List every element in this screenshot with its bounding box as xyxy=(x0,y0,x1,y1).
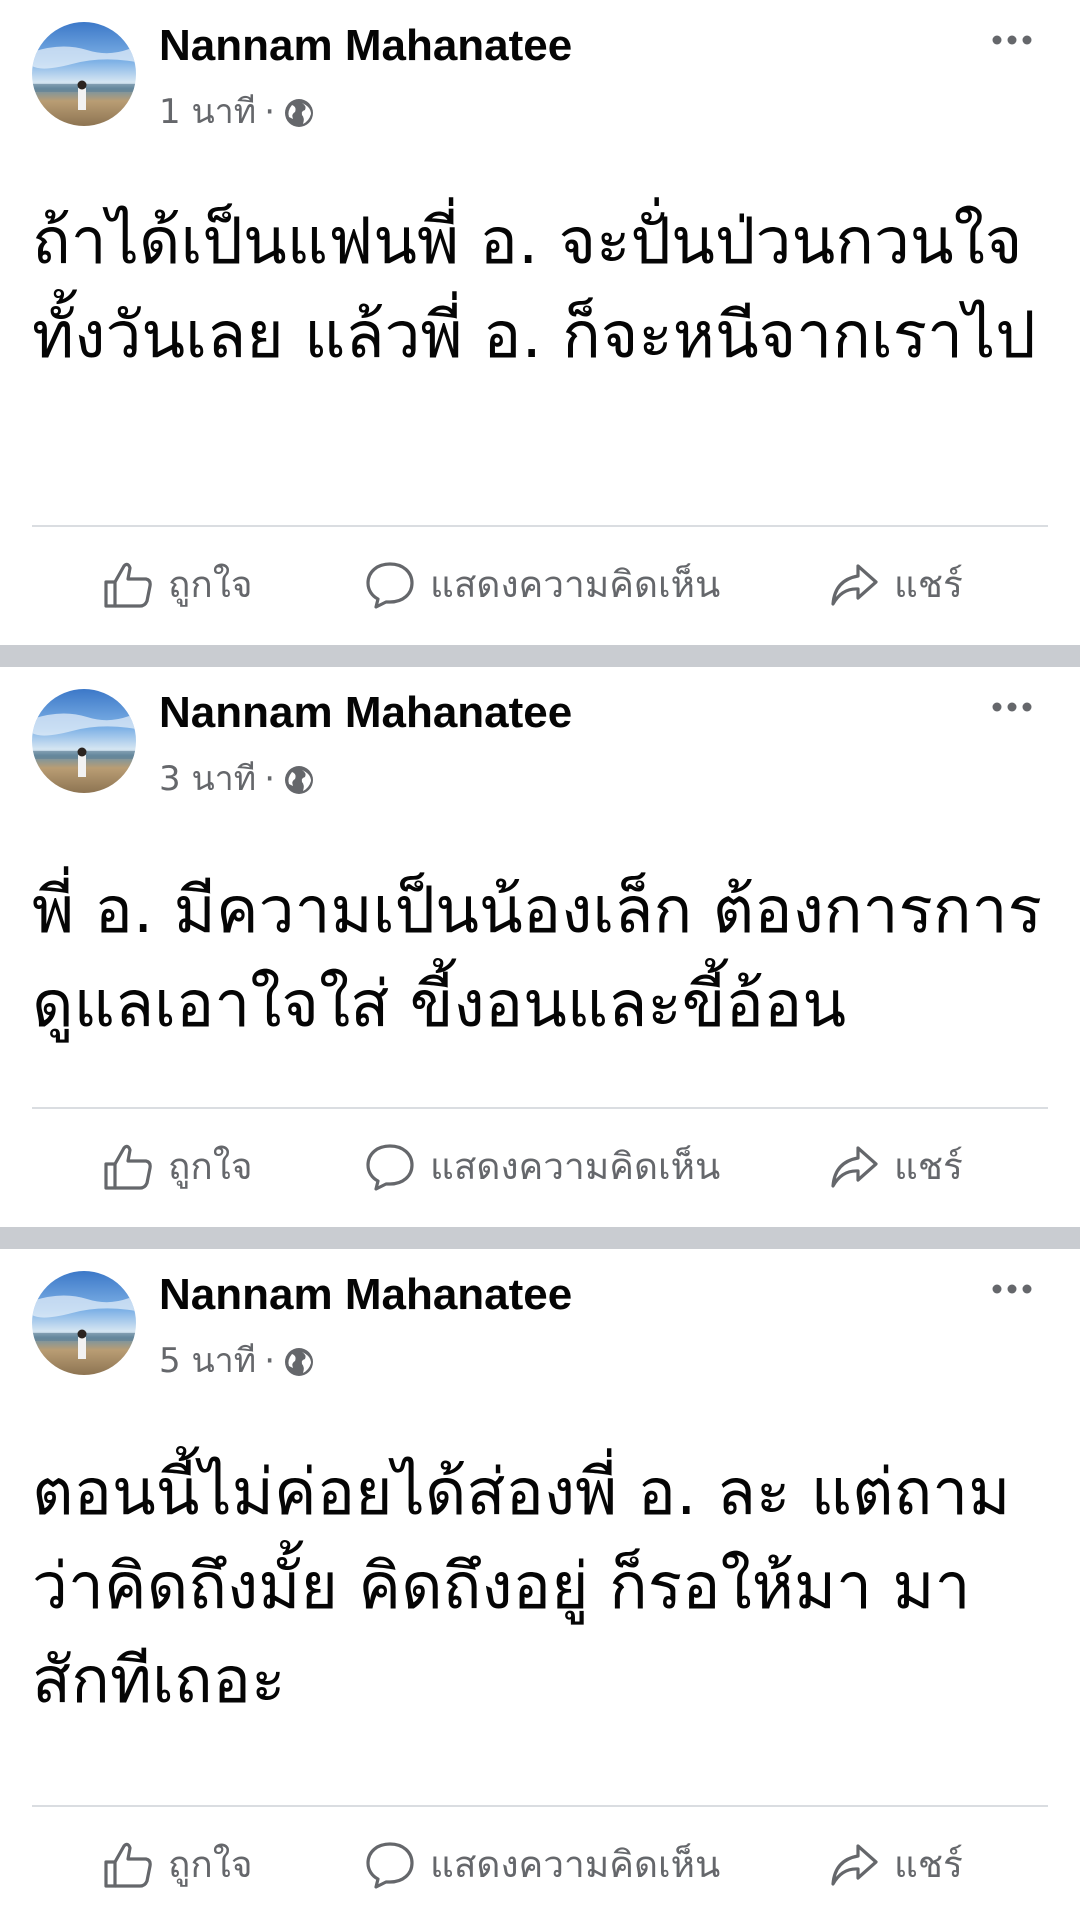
meta-separator: · xyxy=(264,1341,275,1381)
post-time[interactable]: 1 นาที xyxy=(159,90,256,134)
post: Nannam Mahanatee 1 นาที · ถ้าได้เป็นแฟนพ… xyxy=(0,0,1080,645)
share-label: แชร์ xyxy=(894,563,963,606)
comment-label: แสดงความคิดเห็น xyxy=(430,563,721,606)
post-time[interactable]: 5 นาที xyxy=(159,1339,256,1383)
more-icon xyxy=(992,35,1032,45)
avatar[interactable] xyxy=(32,22,136,126)
comment-icon xyxy=(366,1143,414,1191)
post-actions: ถูกใจ แสดงความคิดเห็น แชร์ xyxy=(32,1107,1048,1227)
post: Nannam Mahanatee 3 นาที · พี่ อ. มีความเ… xyxy=(0,667,1080,1227)
share-button[interactable]: แชร์ xyxy=(828,1835,963,1894)
post-time[interactable]: 3 นาที xyxy=(159,757,256,801)
post-actions: ถูกใจ แสดงความคิดเห็น แชร์ xyxy=(32,1805,1048,1925)
post-meta: 1 นาที · xyxy=(159,90,315,134)
like-icon xyxy=(104,1842,152,1888)
globe-icon xyxy=(283,763,315,795)
post-header: Nannam Mahanatee 5 นาที · xyxy=(32,1249,1048,1384)
share-label: แชร์ xyxy=(894,1843,963,1886)
feed-divider xyxy=(0,645,1080,667)
comment-button[interactable]: แสดงความคิดเห็น xyxy=(364,1835,720,1894)
comment-label: แสดงความคิดเห็น xyxy=(430,1843,721,1886)
author-name[interactable]: Nannam Mahanatee xyxy=(159,1269,572,1321)
post-text: พี่ อ. มีความเป็นน้องเล็ก ต้องการการดูแล… xyxy=(32,874,1042,1042)
like-label: ถูกใจ xyxy=(168,1843,253,1886)
post-meta: 3 นาที · xyxy=(159,757,315,801)
globe-icon xyxy=(283,1345,315,1377)
comment-button[interactable]: แสดงความคิดเห็น xyxy=(364,1137,720,1196)
post-text: ตอนนี้ไม่ค่อยได้ส่องพี่ อ. ละ แต่ถามว่าค… xyxy=(32,1456,1011,1718)
meta-separator: · xyxy=(264,759,275,799)
like-icon xyxy=(104,1144,152,1190)
like-button[interactable]: ถูกใจ xyxy=(102,1137,253,1196)
share-icon xyxy=(831,1843,878,1886)
post-meta: 5 นาที · xyxy=(159,1339,315,1383)
more-icon xyxy=(992,702,1032,712)
more-options-button[interactable] xyxy=(982,1269,1042,1309)
avatar[interactable] xyxy=(32,689,136,793)
like-button[interactable]: ถูกใจ xyxy=(102,1835,253,1894)
like-icon xyxy=(104,562,152,608)
meta-separator: · xyxy=(264,92,275,132)
globe-icon xyxy=(283,96,315,128)
comment-icon xyxy=(366,561,414,609)
comment-icon xyxy=(366,1841,414,1889)
post: Nannam Mahanatee 5 นาที · ตอนนี้ไม่ค่อยไ… xyxy=(0,1249,1080,1925)
more-options-button[interactable] xyxy=(982,20,1042,60)
post-actions: ถูกใจ แสดงความคิดเห็น แชร์ xyxy=(32,525,1048,645)
share-icon xyxy=(831,1145,878,1188)
post-header: Nannam Mahanatee 1 นาที · xyxy=(32,0,1048,135)
more-options-button[interactable] xyxy=(982,687,1042,727)
more-icon xyxy=(992,1284,1032,1294)
share-icon xyxy=(831,563,878,606)
avatar[interactable] xyxy=(32,1271,136,1375)
comment-button[interactable]: แสดงความคิดเห็น xyxy=(364,555,720,614)
news-feed: Nannam Mahanatee 1 นาที · ถ้าได้เป็นแฟนพ… xyxy=(0,0,1080,1925)
author-name[interactable]: Nannam Mahanatee xyxy=(159,20,572,72)
share-button[interactable]: แชร์ xyxy=(828,555,963,614)
share-button[interactable]: แชร์ xyxy=(828,1137,963,1196)
comment-label: แสดงความคิดเห็น xyxy=(430,1145,721,1188)
post-header: Nannam Mahanatee 3 นาที · xyxy=(32,667,1048,802)
like-label: ถูกใจ xyxy=(168,563,253,606)
share-label: แชร์ xyxy=(894,1145,963,1188)
post-text: ถ้าได้เป็นแฟนพี่ อ. จะปั่นป่วนกวนใจทั้งว… xyxy=(32,205,1036,373)
author-name[interactable]: Nannam Mahanatee xyxy=(159,687,572,739)
like-label: ถูกใจ xyxy=(168,1145,253,1188)
like-button[interactable]: ถูกใจ xyxy=(102,555,253,614)
feed-divider xyxy=(0,1227,1080,1249)
